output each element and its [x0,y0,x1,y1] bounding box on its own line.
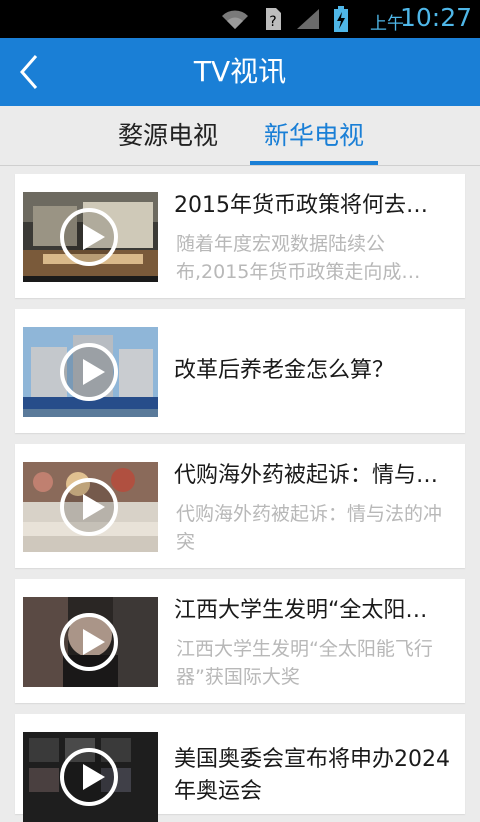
list-item[interactable]: 代购海外药被起诉：情与… 代购海外药被起诉：情与法的冲突 [15,444,465,568]
play-icon [60,613,118,671]
item-title: 江西大学生发明“全太阳… [174,598,428,623]
video-thumbnail[interactable] [23,732,158,822]
list-item[interactable]: 改革后养老金怎么算？ [15,309,465,433]
status-bar: ? 上午 10:27 [0,0,480,38]
tab-xinhua-tv[interactable]: 新华电视 [250,106,378,165]
video-thumbnail[interactable] [23,327,158,417]
item-description: 随着年度宏观数据陆续公布,2015年货币政策走向成… [176,233,421,283]
play-icon [60,478,118,536]
status-time: 10:27 [399,3,472,32]
item-title: 美国奥委会宣布将申办2024年奥运会 [174,747,450,804]
sim-unknown-icon: ? [266,8,281,30]
list-item[interactable]: 2015年货币政策将何去… 随着年度宏观数据陆续公布,2015年货币政策走向成… [15,174,465,298]
signal-icon [297,9,319,29]
title-bar: TV视讯 [0,38,480,106]
item-description: 代购海外药被起诉：情与法的冲突 [176,503,443,553]
back-button[interactable] [8,47,52,97]
play-icon [60,748,118,806]
status-icons: ? [220,6,348,32]
wifi-icon [222,10,248,29]
page-title: TV视讯 [193,55,287,88]
list-item[interactable]: 美国奥委会宣布将申办2024年奥运会 [15,714,465,822]
video-thumbnail[interactable] [23,462,158,552]
item-title: 代购海外药被起诉：情与… [174,463,439,488]
status-ampm: 上午 [370,14,404,34]
play-icon [60,343,118,401]
tab-wuyuan-tv[interactable]: 婺源电视 [106,106,230,165]
video-thumbnail[interactable] [23,597,158,687]
play-icon [60,208,118,266]
item-description: 江西大学生发明“全太阳能飞行器”获国际大奖 [176,638,433,688]
tab-bar: 婺源电视 新华电视 [0,106,480,166]
active-tab-indicator [250,161,378,165]
item-title: 改革后养老金怎么算？ [174,358,395,383]
video-thumbnail[interactable] [23,192,158,282]
battery-charging-icon [334,6,348,32]
svg-text:?: ? [269,14,276,30]
chevron-left-icon [20,55,38,89]
item-title: 2015年货币政策将何去… [174,193,428,218]
list-item[interactable]: 江西大学生发明“全太阳… 江西大学生发明“全太阳能飞行器”获国际大奖 [15,579,465,703]
